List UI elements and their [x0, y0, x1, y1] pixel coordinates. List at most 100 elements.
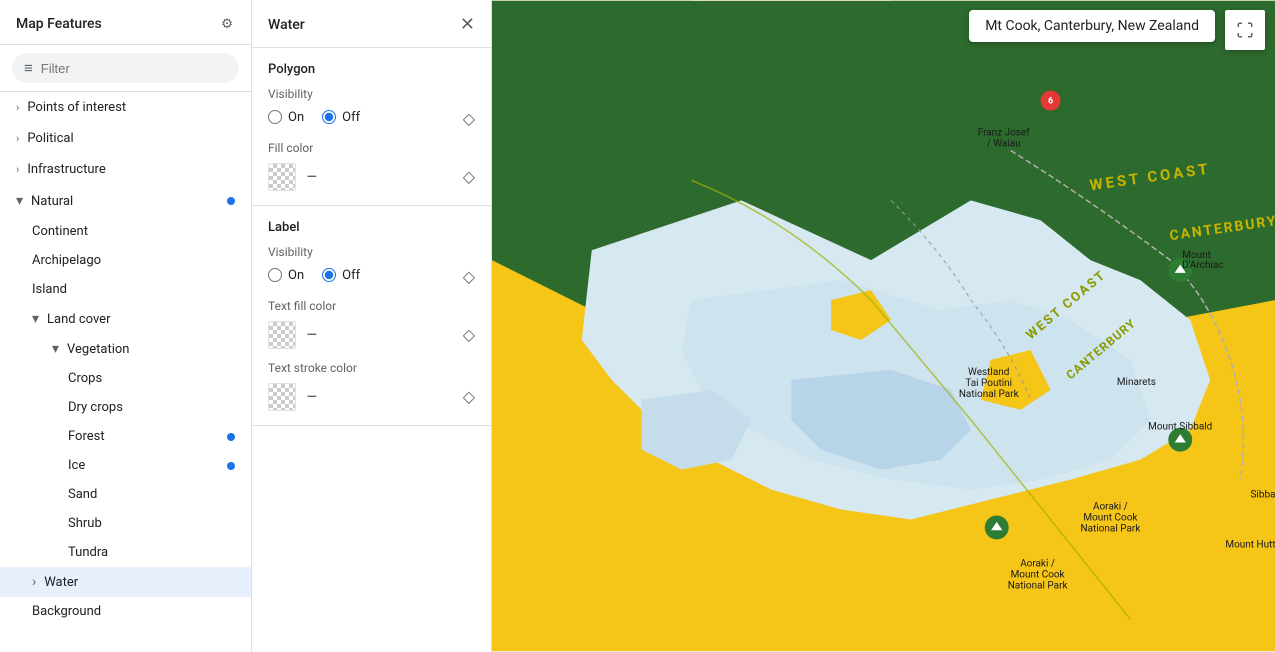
- text-fill-color-dash[interactable]: –: [306, 325, 318, 346]
- gear-button[interactable]: ⚙: [219, 14, 235, 34]
- svg-text:Mount Cook: Mount Cook: [1011, 569, 1066, 580]
- label-visibility-diamond[interactable]: ◇: [463, 267, 475, 287]
- sidebar-item-poi-label: Points of interest: [27, 100, 235, 115]
- label-visibility-label: Visibility: [268, 245, 475, 259]
- gear-icon: ⚙: [221, 16, 233, 32]
- diamond-icon: ◇: [463, 269, 475, 286]
- fill-color-dash[interactable]: –: [306, 167, 318, 188]
- filter-input-wrap: ≡: [12, 53, 239, 83]
- label-off-radio[interactable]: Off: [322, 268, 360, 283]
- sidebar-item-forest[interactable]: Forest: [0, 422, 251, 451]
- location-label: Mt Cook, Canterbury, New Zealand: [969, 10, 1215, 42]
- sidebar-item-water[interactable]: › Water: [0, 567, 251, 597]
- label-section: Label Visibility On Off ◇ Text fill colo…: [252, 206, 491, 426]
- svg-text:Westland: Westland: [968, 367, 1009, 378]
- svg-text:National Park: National Park: [1008, 580, 1069, 591]
- filter-icon: ≡: [24, 59, 33, 77]
- fill-color-section: Fill color – ◇: [268, 141, 475, 191]
- chevron-right-icon: ›: [16, 132, 19, 145]
- fullscreen-button[interactable]: [1225, 10, 1265, 50]
- map-area[interactable]: 6 WEST COAST CANTERBURY WEST COAST CANTE…: [492, 0, 1275, 652]
- svg-text:Aoraki /: Aoraki /: [1093, 502, 1128, 513]
- text-fill-color-control: –: [268, 321, 463, 349]
- text-fill-color-swatch[interactable]: [268, 321, 296, 349]
- text-stroke-color-section: Text stroke color – ◇: [268, 361, 475, 411]
- sidebar-item-drycrops[interactable]: Dry crops: [0, 393, 251, 422]
- sidebar-item-ice-label: Ice: [68, 458, 85, 473]
- svg-text:National Park: National Park: [1081, 523, 1142, 534]
- search-input[interactable]: [41, 61, 227, 76]
- fill-color-control: –: [268, 163, 463, 191]
- sidebar-item-ice[interactable]: Ice: [0, 451, 251, 480]
- svg-text:Mount Cook: Mount Cook: [1083, 513, 1138, 524]
- polygon-on-radio[interactable]: On: [268, 110, 304, 125]
- text-stroke-color-diamond[interactable]: ◇: [463, 387, 475, 407]
- label-on-radio-input[interactable]: [268, 268, 282, 282]
- sidebar-item-infrastructure[interactable]: › Infrastructure: [0, 154, 251, 185]
- text-stroke-color-dash[interactable]: –: [306, 387, 318, 408]
- sidebar-item-shrub[interactable]: Shrub: [0, 509, 251, 538]
- text-stroke-color-control: –: [268, 383, 463, 411]
- sidebar-item-political[interactable]: › Political: [0, 123, 251, 154]
- sidebar-item-vegetation[interactable]: ▾ Vegetation: [0, 334, 251, 364]
- sidebar-item-landcover[interactable]: ▾ Land cover: [0, 304, 251, 334]
- fill-color-label: Fill color: [268, 141, 475, 155]
- diamond-icon: ◇: [463, 169, 475, 186]
- sidebar-item-natural[interactable]: ▾ Natural: [0, 185, 251, 217]
- panel-header: Water ✕: [252, 0, 491, 48]
- polygon-off-radio[interactable]: Off: [322, 110, 360, 125]
- svg-text:Tai Poutini: Tai Poutini: [965, 378, 1012, 389]
- fill-color-diamond[interactable]: ◇: [463, 167, 475, 187]
- svg-text:Minarets: Minarets: [1117, 377, 1156, 388]
- label-off-radio-input[interactable]: [322, 268, 336, 282]
- label-section-title: Label: [268, 220, 475, 235]
- label-on-label: On: [288, 268, 304, 283]
- sidebar-header: Map Features ⚙: [0, 0, 251, 45]
- natural-dot: [227, 197, 235, 205]
- sidebar-item-political-label: Political: [27, 131, 235, 146]
- sidebar-item-sand[interactable]: Sand: [0, 480, 251, 509]
- sidebar-title: Map Features: [16, 16, 102, 32]
- polygon-off-label: Off: [342, 110, 360, 125]
- diamond-icon: ◇: [463, 111, 475, 128]
- polygon-off-radio-input[interactable]: [322, 110, 336, 124]
- polygon-visibility-row: On Off ◇: [268, 109, 475, 129]
- sidebar-item-island[interactable]: Island: [0, 275, 251, 304]
- sidebar-item-background-label: Background: [32, 604, 101, 619]
- svg-text:/ Waiau: / Waiau: [987, 138, 1021, 149]
- label-on-radio[interactable]: On: [268, 268, 304, 283]
- sidebar-item-background[interactable]: Background: [0, 597, 251, 626]
- svg-text:Sibbald: Sibbald: [1251, 490, 1275, 501]
- label-visibility-row: On Off ◇: [268, 267, 475, 287]
- sidebar-item-tundra[interactable]: Tundra: [0, 538, 251, 567]
- ice-dot: [227, 462, 235, 470]
- sidebar-item-drycrops-label: Dry crops: [68, 400, 123, 415]
- text-stroke-color-swatch[interactable]: [268, 383, 296, 411]
- text-fill-color-section: Text fill color – ◇: [268, 299, 475, 349]
- sidebar-item-continent-label: Continent: [32, 224, 88, 239]
- sidebar-item-landcover-label: Land cover: [47, 312, 110, 327]
- sidebar-item-archipelago[interactable]: Archipelago: [0, 246, 251, 275]
- sidebar: Map Features ⚙ ≡ › Points of interest › …: [0, 0, 252, 652]
- svg-text:Aoraki /: Aoraki /: [1020, 558, 1055, 569]
- sidebar-item-continent[interactable]: Continent: [0, 217, 251, 246]
- forest-dot: [227, 433, 235, 441]
- fill-color-swatch[interactable]: [268, 163, 296, 191]
- close-button[interactable]: ✕: [460, 14, 475, 35]
- text-fill-color-diamond[interactable]: ◇: [463, 325, 475, 345]
- sidebar-item-crops[interactable]: Crops: [0, 364, 251, 393]
- polygon-visibility-diamond[interactable]: ◇: [463, 109, 475, 129]
- polygon-visibility-group: On Off: [268, 110, 360, 125]
- sidebar-item-shrub-label: Shrub: [68, 516, 102, 531]
- close-icon: ✕: [460, 14, 475, 35]
- map-pin-franzjosef: 6: [1041, 91, 1061, 111]
- sidebar-item-natural-label: Natural: [31, 194, 235, 209]
- svg-text:Mount Hutton: Mount Hutton: [1225, 539, 1275, 550]
- sidebar-item-archipelago-label: Archipelago: [32, 253, 101, 268]
- sidebar-item-crops-label: Crops: [68, 371, 102, 386]
- svg-text:Franz Josef: Franz Josef: [978, 127, 1031, 138]
- polygon-on-radio-input[interactable]: [268, 110, 282, 124]
- polygon-on-label: On: [288, 110, 304, 125]
- sidebar-item-poi[interactable]: › Points of interest: [0, 92, 251, 123]
- label-visibility-group: On Off: [268, 268, 360, 283]
